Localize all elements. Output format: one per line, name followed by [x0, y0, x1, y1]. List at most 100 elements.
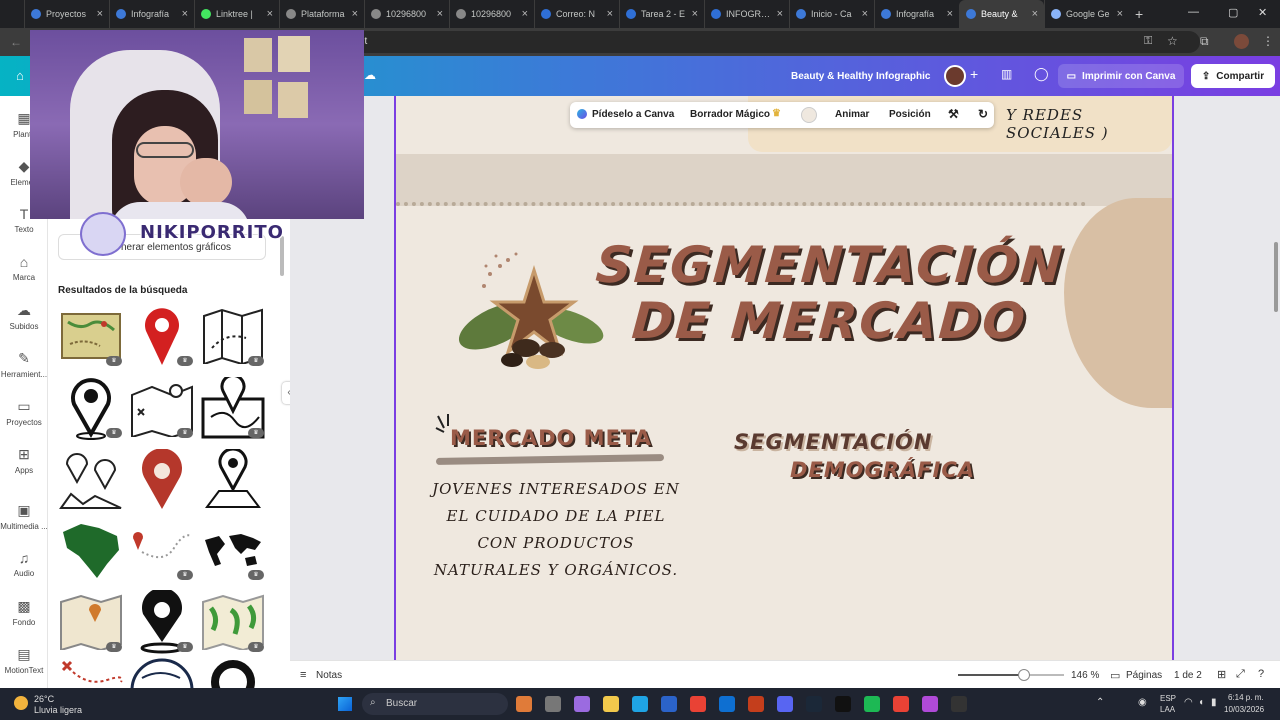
print-with-canva-button[interactable]: ▭ Imprimir con Canva — [1058, 64, 1184, 88]
main-title-line-1[interactable]: SEGMENTACIÓN — [594, 236, 1066, 294]
tab-close-icon[interactable]: × — [352, 8, 358, 20]
minimize-button[interactable]: — — [1188, 6, 1199, 18]
segmentacion-demografica-line-1[interactable]: SEGMENTACIÓN — [734, 430, 932, 454]
more-actions-icon[interactable]: ↻ — [978, 107, 988, 121]
lang-line-1[interactable]: ESP — [1160, 694, 1176, 703]
password-key-icon[interactable]: ⚿ — [1144, 35, 1152, 48]
notes-icon[interactable]: ≡ — [300, 669, 306, 681]
url-field[interactable]: lit — [300, 31, 1200, 53]
clock-date[interactable]: 10/03/2026 — [1224, 705, 1264, 714]
x-route-result[interactable] — [58, 658, 124, 688]
outlook-icon[interactable] — [719, 696, 735, 712]
main-title-line-2[interactable]: DE MERCADO — [630, 292, 1029, 350]
pin-on-grid-result[interactable] — [200, 448, 266, 512]
beige-map-pin-result[interactable]: ♛ — [58, 590, 124, 654]
notes-button[interactable]: Notas — [316, 670, 342, 681]
tiktok-icon[interactable] — [835, 696, 851, 712]
volume-icon[interactable]: ◖ — [1198, 697, 1204, 708]
big-black-pin-result[interactable]: ♛ — [129, 590, 195, 654]
widgets-app-icon[interactable] — [516, 696, 532, 712]
browser-tab[interactable]: Correo: N × — [534, 0, 619, 28]
chrome-icon[interactable] — [690, 696, 706, 712]
dotted-divider[interactable] — [396, 202, 1086, 206]
comments-icon[interactable]: ◯ — [1034, 66, 1049, 82]
rail-item-draw[interactable]: ✎ Herramient... — [0, 350, 48, 379]
workspace-scrollbar[interactable] — [1274, 242, 1278, 312]
rail-item-motiontext[interactable]: ▤ MotionText — [0, 646, 48, 675]
share-button[interactable]: ⇪ Compartir — [1191, 64, 1275, 88]
rail-item-folder[interactable]: ▭ Proyectos — [0, 398, 48, 427]
browser-tab[interactable]: 10296800 × — [364, 0, 449, 28]
tab-close-icon[interactable]: × — [267, 8, 273, 20]
weather-desc[interactable]: Lluvia ligera — [34, 705, 82, 715]
maximize-button[interactable]: ▢ — [1228, 6, 1238, 19]
home-icon[interactable]: ⌂ — [16, 68, 24, 83]
tab-close-icon[interactable]: × — [437, 8, 443, 20]
rail-item-background[interactable]: ▩ Fondo — [0, 598, 48, 627]
heading-underline[interactable] — [435, 454, 665, 465]
chrome-active-icon[interactable] — [893, 696, 909, 712]
steam-icon[interactable] — [806, 696, 822, 712]
pages-icon[interactable]: ▭ — [1110, 669, 1120, 682]
mercado-meta-heading[interactable]: MERCADO META — [450, 426, 652, 450]
close-window-button[interactable]: ✕ — [1258, 6, 1267, 19]
dark-red-pin-result[interactable] — [129, 448, 195, 512]
discord-icon[interactable] — [777, 696, 793, 712]
pages-button[interactable]: Páginas — [1126, 670, 1162, 681]
browser-menu-icon[interactable]: ⋮ — [1262, 34, 1274, 48]
tab-close-icon[interactable]: × — [522, 8, 528, 20]
browser-tab[interactable]: Plataforma × — [279, 0, 364, 28]
target-description[interactable]: JOVENES INTERESADOS EN EL CUIDADO DE LA … — [426, 476, 686, 584]
treasure-map-result[interactable]: ♛ — [58, 304, 124, 368]
rail-item-audio[interactable]: ♫ Audio — [0, 550, 48, 578]
browser-tab[interactable]: Proyectos × — [24, 0, 109, 28]
document-title[interactable]: Beauty & Healthy Infographic — [791, 71, 930, 82]
dotted-route-pin-result[interactable]: ♛ — [129, 518, 195, 582]
file-explorer-icon[interactable] — [603, 696, 619, 712]
color-swatch[interactable] — [801, 107, 817, 123]
redes-text[interactable]: Y REDES SOCIALES ) — [1006, 106, 1172, 142]
tab-close-icon[interactable]: × — [777, 8, 783, 20]
position-button[interactable]: Posición — [889, 109, 931, 120]
black-pin-result[interactable]: ♛ — [58, 376, 124, 440]
edge-icon[interactable] — [632, 696, 648, 712]
browser-tab[interactable]: Linktree | × — [194, 0, 279, 28]
back-button[interactable]: ← — [10, 35, 22, 49]
pins-with-route-result[interactable] — [58, 448, 124, 512]
weather-icon[interactable] — [14, 696, 28, 710]
red-location-pin-result[interactable]: ♛ — [129, 304, 195, 368]
collaborator-avatar[interactable] — [944, 65, 966, 87]
rail-item-brand[interactable]: ⌂ Marca — [0, 254, 48, 282]
start-button[interactable] — [338, 697, 352, 711]
fullscreen-icon[interactable]: ⤢ — [1236, 668, 1245, 681]
obs-icon[interactable] — [951, 696, 967, 712]
tab-close-icon[interactable]: × — [182, 8, 188, 20]
zoom-level[interactable]: 146 % — [1071, 670, 1099, 681]
rail-item-upload[interactable]: ☁ Subidos — [0, 302, 48, 331]
add-collaborator-button[interactable]: + — [970, 66, 978, 82]
tray-chevron-icon[interactable]: ⌃ — [1096, 697, 1104, 708]
ppt-icon[interactable] — [748, 696, 764, 712]
rail-item-apps[interactable]: ⊞ Apps — [0, 446, 48, 475]
tab-close-icon[interactable]: × — [1117, 8, 1123, 20]
tab-close-icon[interactable]: × — [97, 8, 103, 20]
browser-tab[interactable]: Google Ge × — [1044, 0, 1129, 28]
sacha-inchi-image[interactable] — [456, 236, 606, 386]
map-with-pin-result[interactable]: ♛ — [200, 376, 266, 440]
browser-tab[interactable]: Inicio - Ca × — [789, 0, 874, 28]
clock-time[interactable]: 6:14 p. m. — [1228, 693, 1264, 702]
browser-tab[interactable]: Beauty & × — [959, 0, 1044, 28]
browser-tab[interactable]: Tarea 2 - E × — [619, 0, 704, 28]
spotify-icon[interactable] — [864, 696, 880, 712]
browser-tab[interactable]: Infografía × — [109, 0, 194, 28]
bookmark-star-icon[interactable]: ☆ — [1167, 34, 1178, 48]
task-view-icon[interactable] — [545, 696, 561, 712]
rail-item-media[interactable]: ▣ Multimedia ... — [0, 502, 48, 531]
folded-map-pins-result[interactable]: ♛ — [129, 376, 195, 440]
browser-tab[interactable]: Infografía × — [874, 0, 959, 28]
paint-roller-icon[interactable]: ⚒ — [948, 107, 959, 121]
tab-close-icon[interactable]: × — [947, 8, 953, 20]
tab-close-icon[interactable]: × — [692, 8, 698, 20]
wifi-icon[interactable]: ◠ — [1184, 697, 1193, 708]
battery-icon[interactable]: ▮ — [1211, 697, 1217, 708]
